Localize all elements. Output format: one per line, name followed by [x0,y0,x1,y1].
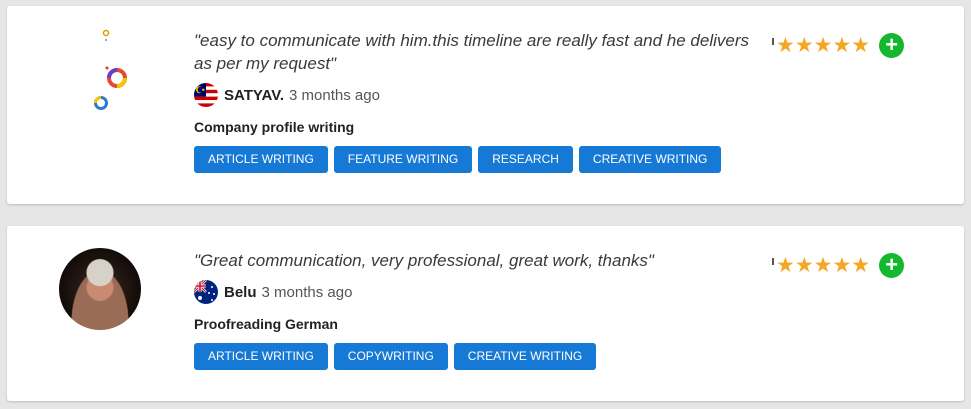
review-quote: "Great communication, very professional,… [194,251,654,270]
reviewer-avatar [59,248,141,330]
skill-tags: ARTICLE WRITING COPYWRITING CREATIVE WRI… [194,343,597,370]
tick-mark [772,258,774,265]
skill-tag[interactable]: RESEARCH [478,146,573,173]
review-card: "easy to communicate with him.this timel… [7,6,964,204]
malaysia-flag-icon [194,83,218,107]
review-quote: "easy to communicate with him.this timel… [194,31,749,73]
skill-tag[interactable]: CREATIVE WRITING [578,146,722,173]
skill-tag[interactable]: ARTICLE WRITING [194,343,328,370]
star-icons: ★★★★★ [776,254,871,277]
skill-tag[interactable]: CREATIVE WRITING [453,343,597,370]
review-card: "Great communication, very professional,… [7,226,964,401]
reviewer-name[interactable]: Belu [224,284,257,301]
review-time: 3 months ago [261,283,353,301]
star-rating: ★★★★★ + [772,253,905,278]
review-time: 3 months ago [289,86,380,104]
skill-tag[interactable]: FEATURE WRITING [333,146,473,173]
add-icon[interactable]: + [879,253,905,278]
company-logo-avatar [94,29,127,110]
add-icon[interactable]: + [879,33,905,58]
skill-tags: ARTICLE WRITING FEATURE WRITING RESEARCH… [194,146,722,173]
star-rating: ★★★★★ + [772,33,905,58]
skill-tag[interactable]: ARTICLE WRITING [194,146,328,173]
reviewer-info: SATYAV. 3 months ago [194,83,380,107]
star-icons: ★★★★★ [776,34,871,57]
project-title: Company profile writing [194,119,355,135]
reviewer-name[interactable]: SATYAV. [224,87,284,104]
australia-flag-icon [194,280,218,304]
reviewer-info: Belu 3 months ago [194,280,352,304]
project-title: Proofreading German [194,316,338,332]
tick-mark [772,38,774,45]
skill-tag[interactable]: COPYWRITING [333,343,448,370]
